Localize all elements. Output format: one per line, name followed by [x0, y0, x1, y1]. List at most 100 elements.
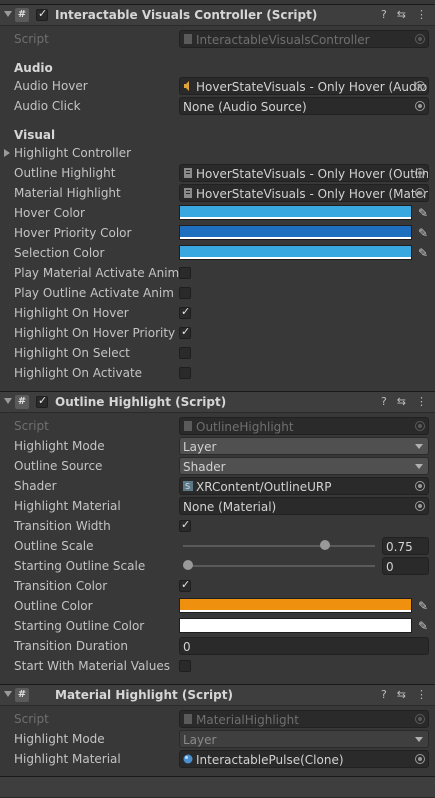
kebab-menu-icon[interactable]: ⋮ — [416, 395, 427, 408]
selection-color-label: Selection Color — [14, 246, 105, 260]
outline-color-label: Outline Color — [14, 599, 93, 613]
audio-click-row: Audio Click None (Audio Source) — [0, 96, 435, 116]
transition-color-label: Transition Color — [14, 579, 108, 593]
shader-field[interactable]: S XRContent/OutlineURP — [179, 477, 429, 495]
expand-arrow-icon[interactable] — [4, 149, 10, 157]
audio-hover-field[interactable]: HoverStateVisuals - Only Hover (Audio — [179, 77, 429, 95]
eyedropper-icon[interactable]: ✎ — [416, 226, 430, 240]
toggle-checkbox[interactable] — [179, 267, 191, 279]
material-highlight-field[interactable]: HoverStateVisuals - Only Hover (Mater — [179, 184, 429, 202]
transition-duration-label: Transition Duration — [14, 639, 128, 653]
outline-source-dropdown[interactable]: Shader — [179, 457, 429, 475]
presets-icon[interactable]: ⇆ — [397, 395, 406, 408]
toggle-label: Highlight On Hover — [14, 306, 129, 320]
highlight-controller-row[interactable]: Highlight Controller — [0, 143, 435, 163]
object-picker-icon[interactable] — [415, 101, 425, 111]
starting-outline-color-swatch[interactable] — [179, 618, 412, 633]
hover-priority-color-swatch[interactable] — [179, 225, 412, 240]
component-header-next[interactable] — [0, 776, 435, 798]
toggle-checkbox[interactable] — [179, 325, 191, 339]
component-header-material-highlight[interactable]: # Material Highlight (Script) ? ⇆ ⋮ — [0, 684, 435, 706]
kebab-menu-icon[interactable]: ⋮ — [416, 688, 427, 701]
presets-icon[interactable]: ⇆ — [397, 8, 406, 21]
highlight-material-field[interactable]: InteractablePulse(Clone) — [179, 750, 429, 768]
object-picker-icon[interactable] — [415, 81, 425, 91]
audio-hover-row: Audio Hover HoverStateVisuals - Only Hov… — [0, 76, 435, 96]
component-enabled-checkbox[interactable] — [36, 394, 48, 408]
starting-outline-scale-slider-thumb[interactable] — [183, 560, 193, 570]
chevron-down-icon — [415, 464, 423, 469]
help-icon[interactable]: ? — [381, 8, 387, 21]
outline-highlight-ref-row: Outline Highlight HoverStateVisuals - On… — [0, 163, 435, 183]
outline-highlight-field[interactable]: HoverStateVisuals - Only Hover (Outlin — [179, 164, 429, 182]
transition-width-row: Transition Width — [0, 516, 435, 536]
kebab-menu-icon[interactable]: ⋮ — [416, 8, 427, 21]
script-file-icon — [184, 34, 192, 44]
start-with-material-values-label: Start With Material Values — [14, 659, 170, 673]
start-with-material-values-checkbox[interactable] — [179, 660, 191, 672]
help-icon[interactable]: ? — [381, 688, 387, 701]
highlight-mode-dropdown[interactable]: Layer — [179, 437, 429, 455]
highlight-mode-dropdown[interactable]: Layer — [179, 730, 429, 748]
script-label: Script — [14, 419, 49, 433]
presets-icon[interactable]: ⇆ — [397, 688, 406, 701]
highlight-material-row: Highlight Material InteractablePulse(Clo… — [0, 749, 435, 769]
starting-outline-scale-slider-track[interactable] — [183, 565, 375, 567]
component-enabled-checkbox[interactable] — [36, 7, 48, 21]
object-picker-icon[interactable] — [415, 754, 425, 764]
script-label: Script — [14, 32, 49, 46]
highlight-material-field[interactable]: None (Material) — [179, 497, 429, 515]
object-picker-icon[interactable] — [415, 188, 425, 198]
foldout-icon[interactable] — [4, 691, 12, 697]
transition-duration-row: Transition Duration 0 — [0, 636, 435, 656]
toggle-checkbox[interactable] — [179, 287, 191, 299]
starting-outline-color-row: Starting Outline Color ✎ — [0, 616, 435, 636]
eyedropper-icon[interactable]: ✎ — [416, 206, 430, 220]
eyedropper-icon[interactable]: ✎ — [416, 619, 430, 633]
toggle-checkbox[interactable] — [179, 347, 191, 359]
transition-duration-input[interactable]: 0 — [179, 637, 429, 655]
outline-scale-input[interactable]: 0.75 — [382, 537, 429, 555]
hover-priority-color-row: Hover Priority Color ✎ — [0, 223, 435, 243]
outline-scale-slider-thumb[interactable] — [319, 540, 330, 550]
toggle-checkbox[interactable] — [179, 305, 191, 319]
chevron-down-icon — [415, 444, 423, 449]
outline-highlight-label: Outline Highlight — [14, 166, 116, 180]
transition-color-row: Transition Color — [0, 576, 435, 596]
component-header-outline-highlight[interactable]: # Outline Highlight (Script) ? ⇆ ⋮ — [0, 391, 435, 413]
toggle-label: Highlight On Hover Priority — [14, 326, 176, 340]
highlight-mode-row: Highlight Mode Layer — [0, 729, 435, 749]
toggle-checkbox[interactable] — [179, 367, 191, 379]
audio-click-label: Audio Click — [14, 99, 81, 113]
starting-outline-scale-row: Starting Outline Scale 0 — [0, 556, 435, 576]
highlight-material-row: Highlight Material None (Material) — [0, 496, 435, 516]
eyedropper-icon[interactable]: ✎ — [416, 246, 430, 260]
outline-scale-slider-track[interactable] — [183, 545, 375, 547]
transition-color-checkbox[interactable] — [179, 578, 191, 592]
outline-color-swatch[interactable] — [179, 598, 412, 613]
script-field: InteractableVisualsController — [179, 30, 429, 48]
script-file-icon — [184, 421, 192, 431]
starting-outline-scale-input[interactable]: 0 — [382, 557, 429, 575]
script-label: Script — [14, 712, 49, 726]
component-header-interactable-visuals[interactable]: # Interactable Visuals Controller (Scrip… — [0, 4, 435, 26]
selection-color-swatch[interactable] — [179, 245, 412, 260]
highlight-material-label: Highlight Material — [14, 499, 121, 513]
foldout-icon[interactable] — [4, 11, 12, 17]
highlight-controller-label[interactable]: Highlight Controller — [14, 146, 131, 160]
audio-click-field[interactable]: None (Audio Source) — [179, 97, 429, 115]
object-picker-icon[interactable] — [415, 168, 425, 178]
outline-source-row: Outline Source Shader — [0, 456, 435, 476]
toggle-label: Highlight On Activate — [14, 366, 143, 380]
toggle-row: Play Material Activate Anim — [0, 263, 435, 283]
script-icon: # — [15, 8, 29, 22]
object-picker-icon[interactable] — [415, 501, 425, 511]
script-field: MaterialHighlight — [179, 710, 429, 728]
toggle-row: Highlight On Activate — [0, 363, 435, 383]
object-picker-icon[interactable] — [415, 481, 425, 491]
help-icon[interactable]: ? — [381, 395, 387, 408]
foldout-icon[interactable] — [4, 398, 12, 404]
eyedropper-icon[interactable]: ✎ — [416, 599, 430, 613]
hover-color-swatch[interactable] — [179, 205, 412, 220]
transition-width-checkbox[interactable] — [179, 518, 191, 532]
